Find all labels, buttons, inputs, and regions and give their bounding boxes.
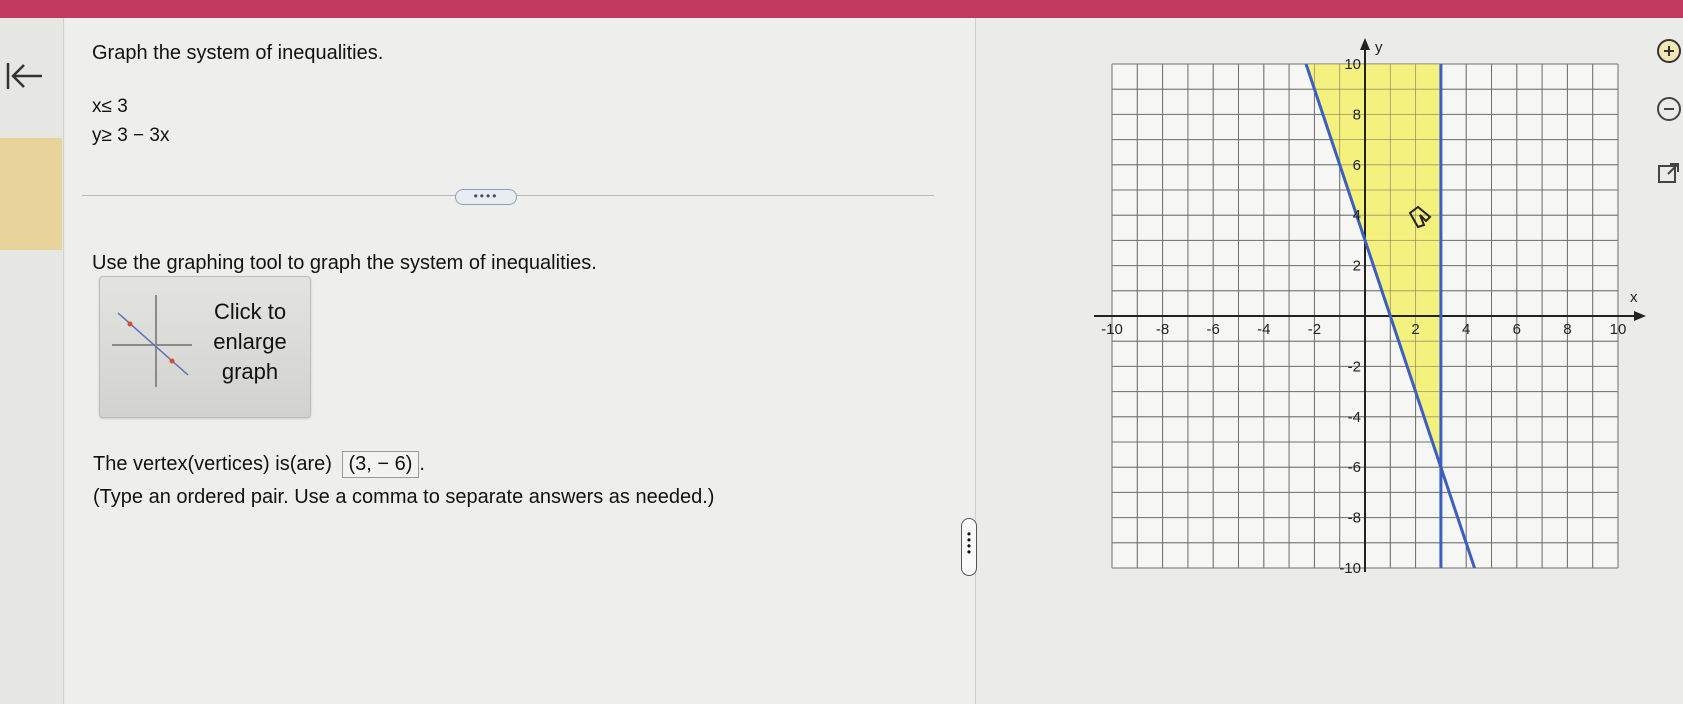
- inequality-graph[interactable]: x y -10 -8 -6 -4 -2 2 4 6 8 10 10 8 6 4 2 -2 -4 -6 -8 -10: [0, 0, 1683, 704]
- x-tick-label: -8: [1156, 321, 1169, 338]
- zoom-in-button[interactable]: [1656, 38, 1682, 64]
- x-axis-arrow: [1634, 311, 1646, 321]
- open-external-icon: [1658, 163, 1679, 183]
- x-tick-label: -6: [1207, 321, 1220, 338]
- y-tick-label: -6: [1348, 459, 1361, 476]
- x-axis-label: x: [1630, 289, 1638, 306]
- x-tick-label: 8: [1563, 321, 1571, 338]
- x-tick-label: -2: [1308, 321, 1321, 338]
- y-tick-label: 6: [1353, 157, 1361, 174]
- open-external-button[interactable]: [1656, 160, 1682, 186]
- zoom-in-icon: [1657, 39, 1681, 63]
- x-tick-label: -4: [1257, 321, 1270, 338]
- y-tick-label: 10: [1344, 56, 1361, 73]
- y-axis-arrow: [1360, 38, 1370, 50]
- y-axis-label: y: [1375, 39, 1383, 56]
- y-tick-label: 2: [1353, 258, 1361, 275]
- y-tick-label: 8: [1353, 106, 1361, 123]
- x-tick-label: 6: [1513, 321, 1521, 338]
- y-tick-label: -2: [1348, 358, 1361, 375]
- x-tick-label: 2: [1411, 321, 1419, 338]
- zoom-out-button[interactable]: [1656, 96, 1682, 122]
- y-tick-label: -8: [1348, 510, 1361, 527]
- zoom-out-icon: [1657, 97, 1681, 121]
- y-tick-label: -10: [1339, 560, 1361, 577]
- y-tick-label: -4: [1348, 409, 1361, 426]
- x-tick-label: 10: [1610, 321, 1627, 338]
- y-tick-label: 4: [1353, 207, 1361, 224]
- x-tick-label: 4: [1462, 321, 1470, 338]
- x-tick-label: -10: [1101, 321, 1123, 338]
